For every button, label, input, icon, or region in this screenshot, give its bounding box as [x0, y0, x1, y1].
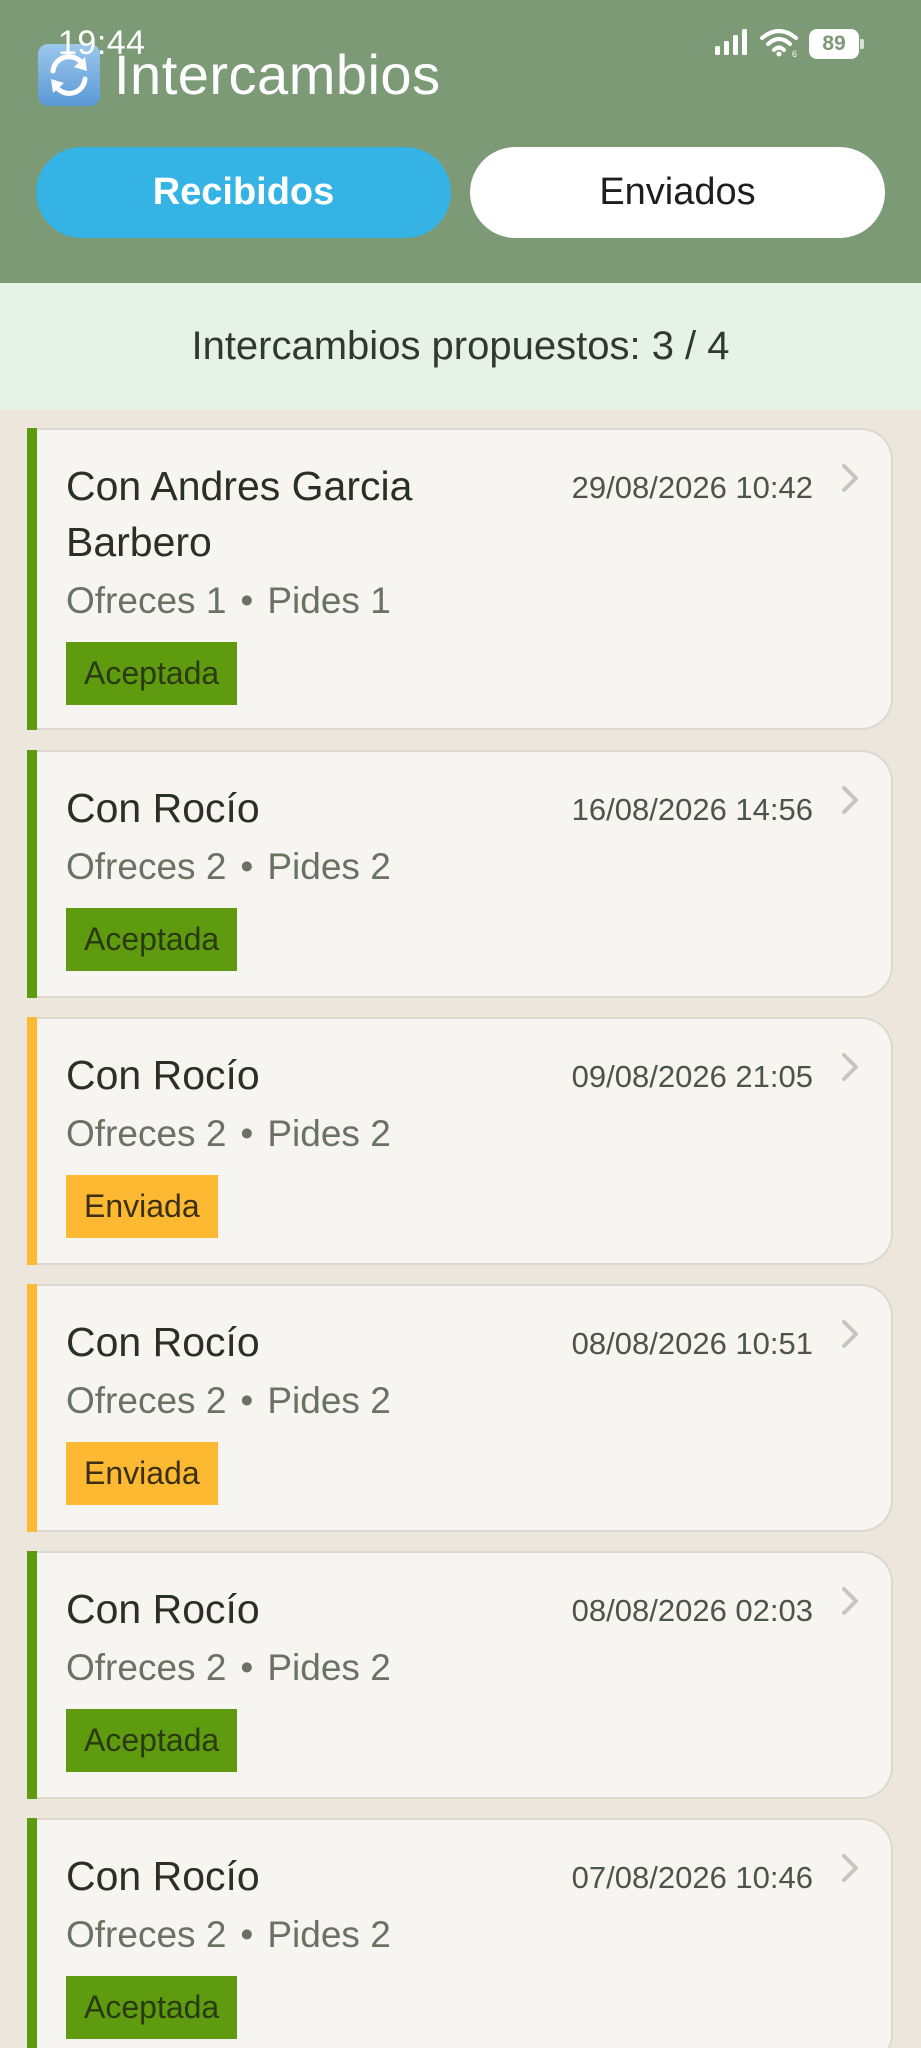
exchange-partner: Con Rocío	[66, 1853, 260, 1899]
status-badge: Aceptada	[66, 908, 238, 971]
offers-count: Ofreces 2	[66, 1113, 227, 1154]
offers-count: Ofreces 2	[66, 1914, 227, 1955]
signal-icon	[713, 28, 749, 61]
offers-count: Ofreces 2	[66, 1647, 227, 1688]
tab-enviados[interactable]: Enviados	[470, 147, 885, 238]
offers-count: Ofreces 1	[66, 580, 227, 621]
exchange-partner: Con Rocío	[66, 1052, 260, 1098]
separator-dot: •	[240, 1914, 254, 1955]
status-accent-bar	[27, 1818, 37, 2048]
exchange-list: Con Andres Garcia Barbero 29/08/2026 10:…	[0, 410, 921, 2048]
asks-count: Pides 1	[267, 580, 391, 621]
status-badge: Enviada	[66, 1442, 218, 1505]
chevron-right-icon	[837, 1314, 863, 1354]
svg-text:6: 6	[792, 49, 797, 57]
separator-dot: •	[240, 1647, 254, 1688]
status-time: 19:44	[58, 24, 146, 62]
exchange-date: 07/08/2026 10:46	[571, 1860, 813, 1895]
exchange-partner: Con Rocío	[66, 785, 260, 831]
asks-count: Pides 2	[267, 1113, 391, 1154]
exchange-card[interactable]: Con Rocío 16/08/2026 14:56 Ofreces 2 • Pid…	[27, 750, 893, 998]
offers-count: Ofreces 2	[66, 1380, 227, 1421]
separator-dot: •	[240, 1380, 254, 1421]
status-accent-bar	[27, 1551, 37, 1799]
asks-count: Pides 2	[267, 1380, 391, 1421]
exchange-counts: Ofreces 2 • Pides 2	[66, 1380, 391, 1422]
chevron-right-icon	[837, 1047, 863, 1087]
asks-count: Pides 2	[267, 1647, 391, 1688]
exchange-card[interactable]: Con Rocío 08/08/2026 10:51 Ofreces 2 • Pid…	[27, 1284, 893, 1532]
status-accent-bar	[27, 1284, 37, 1532]
exchange-partner: Con Andres Garcia Barbero	[66, 463, 413, 565]
exchange-counts: Ofreces 2 • Pides 2	[66, 1647, 391, 1689]
status-badge: Enviada	[66, 1175, 218, 1238]
status-accent-bar	[27, 750, 37, 998]
asks-count: Pides 2	[267, 1914, 391, 1955]
status-accent-bar	[27, 428, 37, 730]
exchange-date: 16/08/2026 14:56	[571, 792, 813, 827]
status-badge: Aceptada	[66, 1709, 238, 1772]
exchange-counts: Ofreces 2 • Pides 2	[66, 1113, 391, 1155]
separator-dot: •	[240, 1113, 254, 1154]
exchange-date: 09/08/2026 21:05	[571, 1059, 813, 1094]
wifi-icon: 6	[759, 27, 799, 62]
chevron-right-icon	[837, 458, 863, 498]
exchange-card[interactable]: Con Andres Garcia Barbero 29/08/2026 10:…	[27, 428, 893, 730]
chevron-right-icon	[837, 780, 863, 820]
exchange-partner: Con Rocío	[66, 1586, 260, 1632]
exchange-partner: Con Rocío	[66, 1319, 260, 1365]
separator-dot: •	[240, 580, 254, 621]
exchange-counts: Ofreces 2 • Pides 2	[66, 846, 391, 888]
exchange-date: 08/08/2026 10:51	[571, 1326, 813, 1361]
battery-icon: 89	[809, 29, 864, 59]
page-title: Intercambios	[114, 43, 441, 106]
status-badge: Aceptada	[66, 642, 238, 705]
asks-count: Pides 2	[267, 846, 391, 887]
exchange-card[interactable]: Con Rocío 07/08/2026 10:46 Ofreces 2 • Pid…	[27, 1818, 893, 2048]
chevron-right-icon	[837, 1581, 863, 1621]
status-badge: Aceptada	[66, 1976, 238, 2039]
exchange-card[interactable]: Con Rocío 08/08/2026 02:03 Ofreces 2 • Pid…	[27, 1551, 893, 1799]
status-icons: 6 89	[713, 27, 864, 62]
app-header: Intercambios 19:44 6 89 Recibidos Enviad…	[0, 0, 921, 283]
separator-dot: •	[240, 846, 254, 887]
offers-count: Ofreces 2	[66, 846, 227, 887]
tab-recibidos[interactable]: Recibidos	[36, 147, 451, 238]
chevron-right-icon	[837, 1848, 863, 1888]
exchange-date: 08/08/2026 02:03	[571, 1593, 813, 1628]
exchange-date: 29/08/2026 10:42	[571, 470, 813, 505]
status-accent-bar	[27, 1017, 37, 1265]
exchange-card[interactable]: Con Rocío 09/08/2026 21:05 Ofreces 2 • Pid…	[27, 1017, 893, 1265]
exchange-counts: Ofreces 1 • Pides 1	[66, 580, 391, 622]
proposed-counter: Intercambios propuestos: 3 / 4	[0, 283, 921, 410]
tab-bar: Recibidos Enviados	[36, 147, 885, 238]
exchange-counts: Ofreces 2 • Pides 2	[66, 1914, 391, 1956]
